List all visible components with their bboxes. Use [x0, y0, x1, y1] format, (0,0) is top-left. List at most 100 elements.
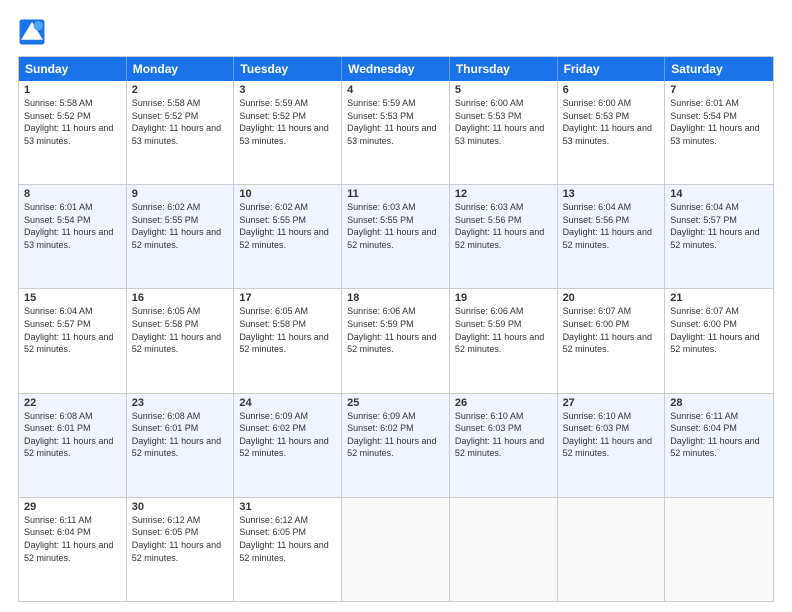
- calendar-body: 1Sunrise: 5:58 AMSunset: 5:52 PMDaylight…: [19, 81, 773, 601]
- calendar-cell-empty: [558, 498, 666, 601]
- calendar-week-row: 29Sunrise: 6:11 AMSunset: 6:04 PMDayligh…: [19, 498, 773, 601]
- day-number: 26: [455, 397, 552, 409]
- calendar-cell: 19Sunrise: 6:06 AMSunset: 5:59 PMDayligh…: [450, 289, 558, 392]
- cell-text: Sunrise: 6:06 AMSunset: 5:59 PMDaylight:…: [455, 305, 552, 355]
- day-number: 16: [132, 292, 229, 304]
- calendar-cell: 11Sunrise: 6:03 AMSunset: 5:55 PMDayligh…: [342, 185, 450, 288]
- logo: [18, 18, 50, 46]
- calendar-cell: 25Sunrise: 6:09 AMSunset: 6:02 PMDayligh…: [342, 394, 450, 497]
- cell-text: Sunrise: 6:01 AMSunset: 5:54 PMDaylight:…: [24, 201, 121, 251]
- cell-text: Sunrise: 6:03 AMSunset: 5:55 PMDaylight:…: [347, 201, 444, 251]
- cell-text: Sunrise: 6:10 AMSunset: 6:03 PMDaylight:…: [563, 410, 660, 460]
- cell-text: Sunrise: 6:08 AMSunset: 6:01 PMDaylight:…: [132, 410, 229, 460]
- cell-text: Sunrise: 6:05 AMSunset: 5:58 PMDaylight:…: [132, 305, 229, 355]
- day-number: 3: [239, 84, 336, 96]
- cell-text: Sunrise: 6:09 AMSunset: 6:02 PMDaylight:…: [347, 410, 444, 460]
- day-number: 6: [563, 84, 660, 96]
- cell-text: Sunrise: 5:58 AMSunset: 5:52 PMDaylight:…: [132, 97, 229, 147]
- logo-icon: [18, 18, 46, 46]
- calendar-cell: 10Sunrise: 6:02 AMSunset: 5:55 PMDayligh…: [234, 185, 342, 288]
- day-number: 30: [132, 501, 229, 513]
- calendar-cell: 22Sunrise: 6:08 AMSunset: 6:01 PMDayligh…: [19, 394, 127, 497]
- cell-text: Sunrise: 6:12 AMSunset: 6:05 PMDaylight:…: [132, 514, 229, 564]
- calendar-cell: 16Sunrise: 6:05 AMSunset: 5:58 PMDayligh…: [127, 289, 235, 392]
- calendar-cell: 15Sunrise: 6:04 AMSunset: 5:57 PMDayligh…: [19, 289, 127, 392]
- calendar-cell: 1Sunrise: 5:58 AMSunset: 5:52 PMDaylight…: [19, 81, 127, 184]
- calendar-cell: 28Sunrise: 6:11 AMSunset: 6:04 PMDayligh…: [665, 394, 773, 497]
- calendar-cell: 17Sunrise: 6:05 AMSunset: 5:58 PMDayligh…: [234, 289, 342, 392]
- calendar-cell: 20Sunrise: 6:07 AMSunset: 6:00 PMDayligh…: [558, 289, 666, 392]
- calendar-cell: 26Sunrise: 6:10 AMSunset: 6:03 PMDayligh…: [450, 394, 558, 497]
- calendar-cell: 30Sunrise: 6:12 AMSunset: 6:05 PMDayligh…: [127, 498, 235, 601]
- calendar-cell: 21Sunrise: 6:07 AMSunset: 6:00 PMDayligh…: [665, 289, 773, 392]
- day-number: 2: [132, 84, 229, 96]
- day-number: 27: [563, 397, 660, 409]
- day-number: 7: [670, 84, 768, 96]
- cell-text: Sunrise: 6:10 AMSunset: 6:03 PMDaylight:…: [455, 410, 552, 460]
- calendar-cell: 3Sunrise: 5:59 AMSunset: 5:52 PMDaylight…: [234, 81, 342, 184]
- cell-text: Sunrise: 6:02 AMSunset: 5:55 PMDaylight:…: [132, 201, 229, 251]
- cell-text: Sunrise: 6:01 AMSunset: 5:54 PMDaylight:…: [670, 97, 768, 147]
- calendar-cell: 27Sunrise: 6:10 AMSunset: 6:03 PMDayligh…: [558, 394, 666, 497]
- calendar-cell-empty: [665, 498, 773, 601]
- day-number: 15: [24, 292, 121, 304]
- calendar: SundayMondayTuesdayWednesdayThursdayFrid…: [18, 56, 774, 602]
- cell-text: Sunrise: 6:07 AMSunset: 6:00 PMDaylight:…: [563, 305, 660, 355]
- calendar-week-row: 22Sunrise: 6:08 AMSunset: 6:01 PMDayligh…: [19, 394, 773, 498]
- day-number: 12: [455, 188, 552, 200]
- day-number: 23: [132, 397, 229, 409]
- calendar-header-cell: Wednesday: [342, 57, 450, 81]
- header: [18, 18, 774, 46]
- calendar-header-cell: Friday: [558, 57, 666, 81]
- calendar-cell: 23Sunrise: 6:08 AMSunset: 6:01 PMDayligh…: [127, 394, 235, 497]
- day-number: 9: [132, 188, 229, 200]
- page: SundayMondayTuesdayWednesdayThursdayFrid…: [0, 0, 792, 612]
- calendar-cell: 18Sunrise: 6:06 AMSunset: 5:59 PMDayligh…: [342, 289, 450, 392]
- cell-text: Sunrise: 5:59 AMSunset: 5:52 PMDaylight:…: [239, 97, 336, 147]
- calendar-week-row: 1Sunrise: 5:58 AMSunset: 5:52 PMDaylight…: [19, 81, 773, 185]
- calendar-week-row: 15Sunrise: 6:04 AMSunset: 5:57 PMDayligh…: [19, 289, 773, 393]
- cell-text: Sunrise: 6:04 AMSunset: 5:57 PMDaylight:…: [24, 305, 121, 355]
- calendar-cell: 8Sunrise: 6:01 AMSunset: 5:54 PMDaylight…: [19, 185, 127, 288]
- calendar-cell: 9Sunrise: 6:02 AMSunset: 5:55 PMDaylight…: [127, 185, 235, 288]
- cell-text: Sunrise: 6:04 AMSunset: 5:56 PMDaylight:…: [563, 201, 660, 251]
- cell-text: Sunrise: 6:03 AMSunset: 5:56 PMDaylight:…: [455, 201, 552, 251]
- calendar-cell-empty: [342, 498, 450, 601]
- day-number: 31: [239, 501, 336, 513]
- cell-text: Sunrise: 6:11 AMSunset: 6:04 PMDaylight:…: [670, 410, 768, 460]
- cell-text: Sunrise: 5:59 AMSunset: 5:53 PMDaylight:…: [347, 97, 444, 147]
- cell-text: Sunrise: 6:09 AMSunset: 6:02 PMDaylight:…: [239, 410, 336, 460]
- day-number: 21: [670, 292, 768, 304]
- cell-text: Sunrise: 6:08 AMSunset: 6:01 PMDaylight:…: [24, 410, 121, 460]
- cell-text: Sunrise: 6:05 AMSunset: 5:58 PMDaylight:…: [239, 305, 336, 355]
- calendar-header-cell: Saturday: [665, 57, 773, 81]
- calendar-header-cell: Monday: [127, 57, 235, 81]
- cell-text: Sunrise: 6:00 AMSunset: 5:53 PMDaylight:…: [455, 97, 552, 147]
- calendar-cell: 13Sunrise: 6:04 AMSunset: 5:56 PMDayligh…: [558, 185, 666, 288]
- day-number: 11: [347, 188, 444, 200]
- day-number: 19: [455, 292, 552, 304]
- calendar-cell: 5Sunrise: 6:00 AMSunset: 5:53 PMDaylight…: [450, 81, 558, 184]
- calendar-cell-empty: [450, 498, 558, 601]
- calendar-cell: 6Sunrise: 6:00 AMSunset: 5:53 PMDaylight…: [558, 81, 666, 184]
- calendar-header-row: SundayMondayTuesdayWednesdayThursdayFrid…: [19, 57, 773, 81]
- cell-text: Sunrise: 6:04 AMSunset: 5:57 PMDaylight:…: [670, 201, 768, 251]
- day-number: 20: [563, 292, 660, 304]
- cell-text: Sunrise: 6:11 AMSunset: 6:04 PMDaylight:…: [24, 514, 121, 564]
- calendar-week-row: 8Sunrise: 6:01 AMSunset: 5:54 PMDaylight…: [19, 185, 773, 289]
- day-number: 14: [670, 188, 768, 200]
- cell-text: Sunrise: 6:06 AMSunset: 5:59 PMDaylight:…: [347, 305, 444, 355]
- calendar-cell: 14Sunrise: 6:04 AMSunset: 5:57 PMDayligh…: [665, 185, 773, 288]
- calendar-cell: 24Sunrise: 6:09 AMSunset: 6:02 PMDayligh…: [234, 394, 342, 497]
- cell-text: Sunrise: 6:07 AMSunset: 6:00 PMDaylight:…: [670, 305, 768, 355]
- day-number: 22: [24, 397, 121, 409]
- cell-text: Sunrise: 6:00 AMSunset: 5:53 PMDaylight:…: [563, 97, 660, 147]
- calendar-cell: 12Sunrise: 6:03 AMSunset: 5:56 PMDayligh…: [450, 185, 558, 288]
- day-number: 10: [239, 188, 336, 200]
- day-number: 25: [347, 397, 444, 409]
- day-number: 28: [670, 397, 768, 409]
- day-number: 17: [239, 292, 336, 304]
- day-number: 13: [563, 188, 660, 200]
- cell-text: Sunrise: 5:58 AMSunset: 5:52 PMDaylight:…: [24, 97, 121, 147]
- cell-text: Sunrise: 6:12 AMSunset: 6:05 PMDaylight:…: [239, 514, 336, 564]
